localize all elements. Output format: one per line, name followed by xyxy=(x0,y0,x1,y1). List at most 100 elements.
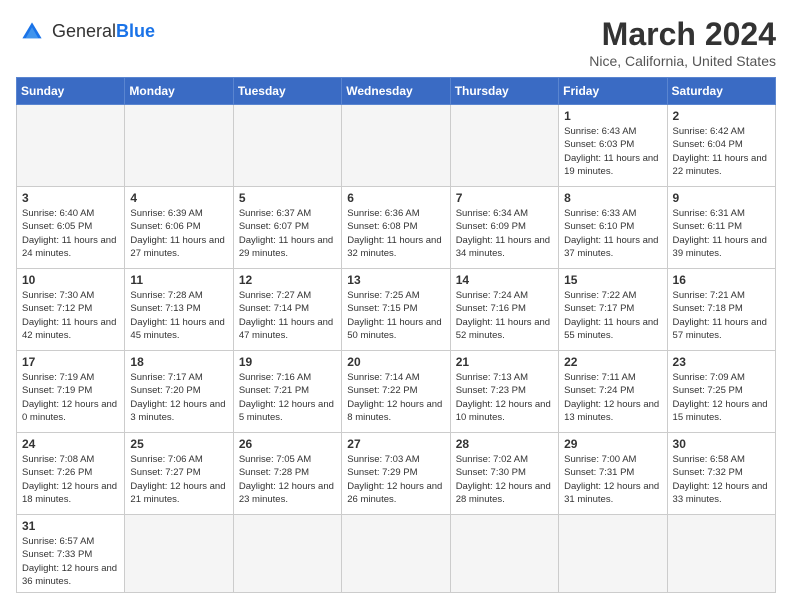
day-number: 18 xyxy=(130,355,227,369)
calendar-cell: 27 Sunrise: 7:03 AM Sunset: 7:29 PM Dayli… xyxy=(342,433,450,515)
day-number: 28 xyxy=(456,437,553,451)
weekday-header-tuesday: Tuesday xyxy=(233,78,341,105)
day-info: Sunrise: 7:16 AM Sunset: 7:21 PM Dayligh… xyxy=(239,371,336,424)
calendar-week-4: 17 Sunrise: 7:19 AM Sunset: 7:19 PM Dayli… xyxy=(17,351,776,433)
day-info: Sunrise: 6:33 AM Sunset: 6:10 PM Dayligh… xyxy=(564,207,661,260)
calendar-cell xyxy=(233,105,341,187)
day-number: 16 xyxy=(673,273,770,287)
calendar-cell xyxy=(17,105,125,187)
calendar-cell: 22 Sunrise: 7:11 AM Sunset: 7:24 PM Dayli… xyxy=(559,351,667,433)
calendar-cell xyxy=(342,105,450,187)
day-number: 22 xyxy=(564,355,661,369)
day-info: Sunrise: 7:19 AM Sunset: 7:19 PM Dayligh… xyxy=(22,371,119,424)
calendar-cell: 6 Sunrise: 6:36 AM Sunset: 6:08 PM Daylig… xyxy=(342,187,450,269)
calendar-cell: 7Sunrise: 6:34 AM Sunset: 6:09 PM Daylig… xyxy=(450,187,558,269)
calendar-week-3: 10Sunrise: 7:30 AM Sunset: 7:12 PM Dayli… xyxy=(17,269,776,351)
day-info: Sunrise: 7:00 AM Sunset: 7:31 PM Dayligh… xyxy=(564,453,661,506)
day-number: 2 xyxy=(673,109,770,123)
calendar-cell: 28 Sunrise: 7:02 AM Sunset: 7:30 PM Dayli… xyxy=(450,433,558,515)
day-number: 14 xyxy=(456,273,553,287)
day-info: Sunrise: 7:22 AM Sunset: 7:17 PM Dayligh… xyxy=(564,289,661,342)
calendar-cell: 17 Sunrise: 7:19 AM Sunset: 7:19 PM Dayli… xyxy=(17,351,125,433)
logo-text: GeneralBlue xyxy=(52,22,155,42)
day-number: 26 xyxy=(239,437,336,451)
calendar-cell: 13Sunrise: 7:25 AM Sunset: 7:15 PM Dayli… xyxy=(342,269,450,351)
day-number: 20 xyxy=(347,355,444,369)
calendar-cell: 24Sunrise: 7:08 AM Sunset: 7:26 PM Dayli… xyxy=(17,433,125,515)
calendar-cell: 11Sunrise: 7:28 AM Sunset: 7:13 PM Dayli… xyxy=(125,269,233,351)
day-number: 15 xyxy=(564,273,661,287)
day-number: 13 xyxy=(347,273,444,287)
day-number: 24 xyxy=(22,437,119,451)
day-info: Sunrise: 6:42 AM Sunset: 6:04 PM Dayligh… xyxy=(673,125,770,178)
day-info: Sunrise: 7:17 AM Sunset: 7:20 PM Dayligh… xyxy=(130,371,227,424)
day-info: Sunrise: 7:02 AM Sunset: 7:30 PM Dayligh… xyxy=(456,453,553,506)
calendar-cell: 9Sunrise: 6:31 AM Sunset: 6:11 PM Daylig… xyxy=(667,187,775,269)
calendar-table: SundayMondayTuesdayWednesdayThursdayFrid… xyxy=(16,77,776,593)
logo-icon xyxy=(16,16,48,48)
calendar-week-5: 24Sunrise: 7:08 AM Sunset: 7:26 PM Dayli… xyxy=(17,433,776,515)
calendar-cell: 30 Sunrise: 6:58 AM Sunset: 7:32 PM Dayli… xyxy=(667,433,775,515)
day-number: 30 xyxy=(673,437,770,451)
day-info: Sunrise: 7:30 AM Sunset: 7:12 PM Dayligh… xyxy=(22,289,119,342)
day-info: Sunrise: 7:11 AM Sunset: 7:24 PM Dayligh… xyxy=(564,371,661,424)
calendar-cell: 21Sunrise: 7:13 AM Sunset: 7:23 PM Dayli… xyxy=(450,351,558,433)
weekday-header-saturday: Saturday xyxy=(667,78,775,105)
page-header: GeneralBlue March 2024 Nice, California,… xyxy=(16,16,776,69)
calendar-cell xyxy=(559,515,667,593)
day-info: Sunrise: 7:27 AM Sunset: 7:14 PM Dayligh… xyxy=(239,289,336,342)
day-number: 9 xyxy=(673,191,770,205)
title-block: March 2024 Nice, California, United Stat… xyxy=(589,16,776,69)
calendar-cell xyxy=(450,105,558,187)
calendar-cell: 16Sunrise: 7:21 AM Sunset: 7:18 PM Dayli… xyxy=(667,269,775,351)
day-info: Sunrise: 6:43 AM Sunset: 6:03 PM Dayligh… xyxy=(564,125,661,178)
day-number: 27 xyxy=(347,437,444,451)
calendar-cell xyxy=(342,515,450,593)
day-number: 5 xyxy=(239,191,336,205)
day-number: 21 xyxy=(456,355,553,369)
calendar-cell: 18 Sunrise: 7:17 AM Sunset: 7:20 PM Dayli… xyxy=(125,351,233,433)
calendar-cell: 8 Sunrise: 6:33 AM Sunset: 6:10 PM Daylig… xyxy=(559,187,667,269)
calendar-cell: 26Sunrise: 7:05 AM Sunset: 7:28 PM Dayli… xyxy=(233,433,341,515)
weekday-header-wednesday: Wednesday xyxy=(342,78,450,105)
location-subtitle: Nice, California, United States xyxy=(589,53,776,69)
day-info: Sunrise: 7:24 AM Sunset: 7:16 PM Dayligh… xyxy=(456,289,553,342)
calendar-cell: 12Sunrise: 7:27 AM Sunset: 7:14 PM Dayli… xyxy=(233,269,341,351)
calendar-cell xyxy=(125,105,233,187)
calendar-cell: 31Sunrise: 6:57 AM Sunset: 7:33 PM Dayli… xyxy=(17,515,125,593)
logo: GeneralBlue xyxy=(16,16,155,48)
day-number: 19 xyxy=(239,355,336,369)
weekday-header-friday: Friday xyxy=(559,78,667,105)
day-number: 23 xyxy=(673,355,770,369)
day-number: 6 xyxy=(347,191,444,205)
day-number: 11 xyxy=(130,273,227,287)
day-number: 29 xyxy=(564,437,661,451)
calendar-cell: 3Sunrise: 6:40 AM Sunset: 6:05 PM Daylig… xyxy=(17,187,125,269)
calendar-week-1: 1Sunrise: 6:43 AM Sunset: 6:03 PM Daylig… xyxy=(17,105,776,187)
day-number: 4 xyxy=(130,191,227,205)
calendar-week-6: 31Sunrise: 6:57 AM Sunset: 7:33 PM Dayli… xyxy=(17,515,776,593)
calendar-cell: 14 Sunrise: 7:24 AM Sunset: 7:16 PM Dayli… xyxy=(450,269,558,351)
weekday-header-row: SundayMondayTuesdayWednesdayThursdayFrid… xyxy=(17,78,776,105)
day-number: 8 xyxy=(564,191,661,205)
calendar-cell xyxy=(450,515,558,593)
day-number: 31 xyxy=(22,519,119,533)
day-number: 25 xyxy=(130,437,227,451)
weekday-header-thursday: Thursday xyxy=(450,78,558,105)
day-info: Sunrise: 6:36 AM Sunset: 6:08 PM Dayligh… xyxy=(347,207,444,260)
day-info: Sunrise: 6:58 AM Sunset: 7:32 PM Dayligh… xyxy=(673,453,770,506)
calendar-cell xyxy=(667,515,775,593)
day-number: 17 xyxy=(22,355,119,369)
calendar-cell: 29 Sunrise: 7:00 AM Sunset: 7:31 PM Dayli… xyxy=(559,433,667,515)
day-info: Sunrise: 7:14 AM Sunset: 7:22 PM Dayligh… xyxy=(347,371,444,424)
month-title: March 2024 xyxy=(589,16,776,53)
day-info: Sunrise: 6:40 AM Sunset: 6:05 PM Dayligh… xyxy=(22,207,119,260)
calendar-cell xyxy=(125,515,233,593)
calendar-cell: 23Sunrise: 7:09 AM Sunset: 7:25 PM Dayli… xyxy=(667,351,775,433)
day-info: Sunrise: 6:37 AM Sunset: 6:07 PM Dayligh… xyxy=(239,207,336,260)
day-number: 7 xyxy=(456,191,553,205)
calendar-cell: 4Sunrise: 6:39 AM Sunset: 6:06 PM Daylig… xyxy=(125,187,233,269)
calendar-week-2: 3Sunrise: 6:40 AM Sunset: 6:05 PM Daylig… xyxy=(17,187,776,269)
calendar-cell: 25Sunrise: 7:06 AM Sunset: 7:27 PM Dayli… xyxy=(125,433,233,515)
day-info: Sunrise: 7:03 AM Sunset: 7:29 PM Dayligh… xyxy=(347,453,444,506)
